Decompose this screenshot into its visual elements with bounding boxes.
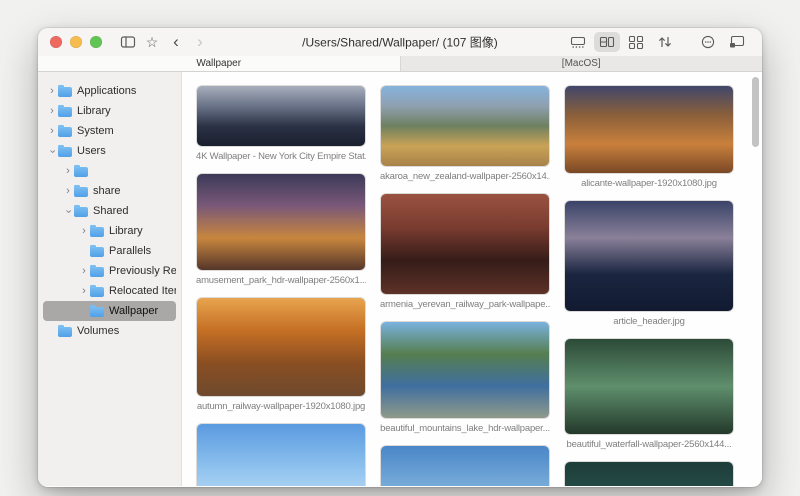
sidebar-item-relocated-items[interactable]: › Relocated Items (43, 281, 176, 301)
gallery-view-icon[interactable] (594, 32, 620, 52)
tab-wallpaper[interactable]: Wallpaper (38, 56, 400, 71)
folder-icon (90, 227, 104, 237)
image-filename: autumn_railway-wallpaper-1920x1080.jpg (196, 401, 366, 413)
image-card[interactable] (564, 461, 734, 486)
folder-icon (74, 167, 88, 177)
grid-column-2: akaroa_new_zealand-wallpaper-2560x14... … (380, 85, 550, 486)
vertical-scrollbar[interactable] (752, 77, 759, 147)
forward-chevron-icon[interactable]: › (188, 31, 212, 53)
image-filename: akaroa_new_zealand-wallpaper-2560x14... (380, 171, 550, 183)
file-browser-window: ☆ ‹ › /Users/Shared/Wallpaper/ (107 图像) (38, 28, 762, 487)
folder-icon (58, 147, 72, 157)
sidebar-item-applications[interactable]: › Applications (43, 81, 176, 101)
sidebar-item-users[interactable]: › Users (43, 141, 176, 161)
image-filename: amusement_park_hdr-wallpaper-2560x1... (196, 275, 366, 287)
thumbnail[interactable] (380, 321, 550, 419)
sidebar-item-previously-relocated[interactable]: › Previously Relocated It (43, 261, 176, 281)
chevron-right-icon[interactable]: › (62, 166, 74, 177)
thumbnail[interactable] (564, 85, 734, 174)
main-split: › Applications › Library › System › (38, 72, 762, 486)
preview-panel-icon[interactable] (724, 32, 750, 52)
thumbnail[interactable] (196, 173, 366, 271)
thumbnail[interactable] (380, 445, 550, 486)
sidebar-tree: › Applications › Library › System › (38, 72, 182, 486)
folder-icon (90, 287, 104, 297)
thumbnail[interactable] (196, 297, 366, 397)
more-circle-icon[interactable] (695, 32, 721, 52)
image-grid: 4K Wallpaper - New York City Empire Stat… (182, 72, 762, 486)
chevron-right-icon[interactable]: › (78, 286, 90, 297)
thumbnail[interactable] (564, 338, 734, 435)
chevron-right-icon[interactable]: › (46, 86, 58, 97)
titlebar: ☆ ‹ › /Users/Shared/Wallpaper/ (107 图像) (38, 28, 762, 56)
thumbnail[interactable] (380, 193, 550, 295)
thumbnail[interactable] (564, 200, 734, 312)
sidebar-item-shared[interactable]: › Shared (43, 201, 176, 221)
thumbnail[interactable] (196, 85, 366, 147)
chevron-right-icon[interactable]: › (46, 126, 58, 137)
image-filename: beautiful_waterfall-wallpaper-2560x144..… (564, 439, 734, 451)
image-filename: article_header.jpg (564, 316, 734, 328)
image-card[interactable]: armenia_yerevan_railway_park-wallpape... (380, 193, 550, 311)
sidebar-item-share[interactable]: › share (43, 181, 176, 201)
chevron-down-icon[interactable]: › (63, 205, 74, 217)
folder-icon (90, 267, 104, 277)
tab-macos[interactable]: [MacOS] (400, 56, 763, 71)
image-filename: 4K Wallpaper - New York City Empire Stat… (196, 151, 366, 163)
grid-view-icon[interactable] (623, 32, 649, 52)
image-card[interactable]: akaroa_new_zealand-wallpaper-2560x14... (380, 85, 550, 183)
sidebar-toggle-icon[interactable] (116, 31, 140, 53)
chevron-right-icon[interactable]: › (78, 226, 90, 237)
folder-icon (90, 247, 104, 257)
folder-icon (58, 327, 72, 337)
sidebar-item-library[interactable]: › Library (43, 101, 176, 121)
image-card[interactable]: beautiful_waterfall-wallpaper-2560x144..… (564, 338, 734, 451)
chevron-right-icon[interactable]: › (62, 186, 74, 197)
sidebar-item-system[interactable]: › System (43, 121, 176, 141)
folder-icon (74, 187, 88, 197)
close-button[interactable] (50, 36, 62, 48)
sidebar-item-volumes[interactable]: Volumes (43, 321, 176, 341)
grid-column-1: 4K Wallpaper - New York City Empire Stat… (196, 85, 366, 486)
grid-column-3: alicante-wallpaper-1920x1080.jpg article… (564, 85, 734, 486)
folder-icon (58, 87, 72, 97)
sort-icon[interactable] (652, 32, 678, 52)
back-chevron-icon[interactable]: ‹ (164, 31, 188, 53)
tab-bar: Wallpaper [MacOS] (38, 56, 762, 72)
path-title: /Users/Shared/Wallpaper/ (107 图像) (302, 34, 498, 51)
minimize-button[interactable] (70, 36, 82, 48)
list-view-icon[interactable] (565, 32, 591, 52)
sidebar-item-parallels[interactable]: Parallels (43, 241, 176, 261)
image-card[interactable] (196, 423, 366, 486)
image-card[interactable]: 4K Wallpaper - New York City Empire Stat… (196, 85, 366, 163)
folder-icon (74, 207, 88, 217)
toolbar-right (565, 32, 750, 52)
desktop-background: ☆ ‹ › /Users/Shared/Wallpaper/ (107 图像) (0, 0, 800, 496)
image-card[interactable] (380, 445, 550, 486)
zoom-button[interactable] (90, 36, 102, 48)
image-card[interactable]: article_header.jpg (564, 200, 734, 328)
thumbnail[interactable] (196, 423, 366, 486)
traffic-lights (50, 36, 102, 48)
folder-icon (58, 107, 72, 117)
image-card[interactable]: amusement_park_hdr-wallpaper-2560x1... (196, 173, 366, 287)
image-card[interactable]: autumn_railway-wallpaper-1920x1080.jpg (196, 297, 366, 413)
sidebar-item-shared-library[interactable]: › Library (43, 221, 176, 241)
folder-icon (90, 307, 104, 317)
thumbnail[interactable] (564, 461, 734, 486)
chevron-down-icon[interactable]: › (47, 145, 58, 157)
chevron-right-icon[interactable]: › (46, 106, 58, 117)
image-filename: armenia_yerevan_railway_park-wallpape... (380, 299, 550, 311)
image-card[interactable]: beautiful_mountains_lake_hdr-wallpaper..… (380, 321, 550, 435)
image-filename: alicante-wallpaper-1920x1080.jpg (564, 178, 734, 190)
image-card[interactable]: alicante-wallpaper-1920x1080.jpg (564, 85, 734, 190)
thumbnail[interactable] (380, 85, 550, 167)
image-filename: beautiful_mountains_lake_hdr-wallpaper..… (380, 423, 550, 435)
sidebar-item-user-home[interactable]: › (43, 161, 176, 181)
folder-icon (58, 127, 72, 137)
chevron-right-icon[interactable]: › (78, 266, 90, 277)
sidebar-item-wallpaper[interactable]: Wallpaper (43, 301, 176, 321)
star-icon[interactable]: ☆ (140, 31, 164, 53)
